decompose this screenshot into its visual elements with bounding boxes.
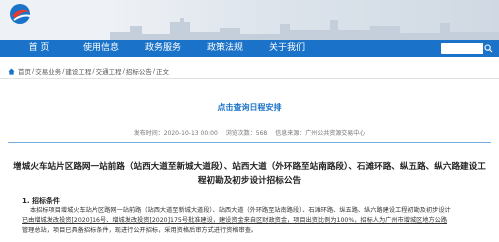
- site-header: [0, 0, 499, 40]
- body-line: 管理总站，项目已具备招标条件，现进行公开招标，采用资格后审方式进行资格审查。: [22, 227, 258, 234]
- divider: [0, 78, 499, 79]
- info-source: 信息来源：广州公共资源交易中心: [275, 130, 366, 137]
- breadcrumb: 首页 / 交易业务 / 建设工程 / 交通工程 / 招标公告 / 正文: [8, 66, 169, 76]
- breadcrumb-separator: /: [62, 67, 65, 75]
- search-icon: [484, 44, 493, 53]
- section-heading: 1. 招标条件: [22, 197, 60, 205]
- main-nav: 首 页 使用信息 政务服务 政策法规 关于我们: [0, 40, 499, 57]
- home-icon: [8, 67, 15, 75]
- breadcrumb-trade[interactable]: 交易业务: [35, 66, 61, 76]
- schedule-link[interactable]: 点击查询日程安排: [0, 102, 499, 113]
- page-title: 增城火车站片区路网一站前路（站西大道至新城大道段）、站西大道（外环路至站南路段）…: [13, 162, 486, 186]
- publish-time: 发布时间：2020-10-13 00:00: [133, 130, 218, 137]
- nav-item-about[interactable]: 关于我们: [256, 40, 318, 57]
- article-meta: 发布时间：2020-10-13 00:00 浏览次数：568 信息来源：广州公共…: [0, 128, 499, 137]
- breadcrumb-construction[interactable]: 建设工程: [65, 66, 91, 76]
- breadcrumb-separator: /: [152, 67, 156, 75]
- nav-item-info[interactable]: 使用信息: [70, 40, 132, 57]
- body-line: 本招标项目增城火车站片区路网一站前路（站西大道至新城大道段）、站西大道（外环路至…: [30, 207, 451, 214]
- page: 首 页 使用信息 政务服务 政策法规 关于我们 首页 / 交易业务 / 建设工程…: [0, 0, 499, 242]
- nav-item-policy[interactable]: 政策法规: [194, 40, 256, 57]
- breadcrumb-transport[interactable]: 交通工程: [96, 66, 122, 76]
- header-banner: [110, 0, 499, 40]
- body-line: 已由增城发改投资[2020]16号、增城发改投资[2020]175号批准建设，建…: [22, 217, 448, 224]
- nav-item-services[interactable]: 政务服务: [132, 40, 194, 57]
- divider: [8, 142, 491, 143]
- city-skyline-icon: [110, 18, 499, 40]
- breadcrumb-current: 正文: [156, 68, 170, 76]
- breadcrumb-notice[interactable]: 招标公告: [126, 66, 152, 76]
- view-count: 浏览次数：568: [225, 130, 268, 137]
- breadcrumb-home[interactable]: 首页: [18, 66, 31, 76]
- article-body: 本招标项目增城火车站片区路网一站前路（站西大道至新城大道段）、站西大道（外环路至…: [22, 206, 492, 236]
- breadcrumb-separator: /: [92, 67, 95, 75]
- search-button[interactable]: [482, 43, 493, 54]
- breadcrumb-separator: /: [122, 67, 125, 75]
- nav-item-home[interactable]: 首 页: [8, 40, 70, 57]
- breadcrumb-separator: /: [32, 67, 35, 75]
- site-logo-icon[interactable]: [6, 2, 36, 26]
